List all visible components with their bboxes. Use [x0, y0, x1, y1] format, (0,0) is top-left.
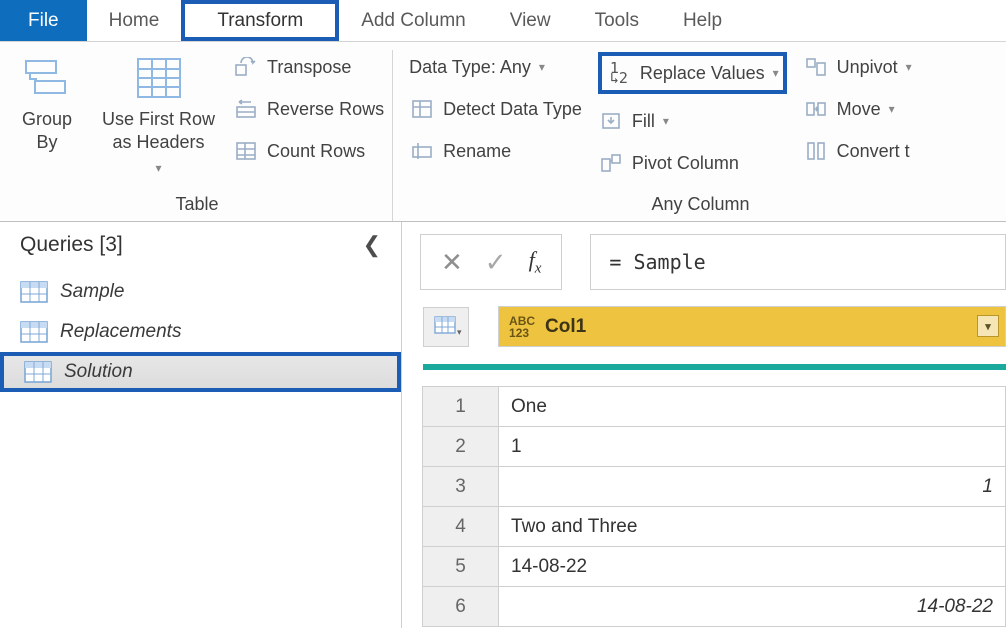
ribbon-tabs: File Home Transform Add Column View Tool… [0, 0, 1006, 42]
ribbon-group-any-column-label: Any Column [403, 190, 998, 221]
count-rows-label: Count Rows [267, 141, 365, 162]
cell[interactable]: 1 [499, 467, 1006, 507]
move-icon [803, 97, 829, 121]
row-number: 1 [423, 387, 499, 427]
tab-transform[interactable]: Transform [181, 0, 339, 41]
accept-formula-icon[interactable]: ✓ [485, 247, 507, 278]
fx-icon[interactable]: fx [529, 247, 542, 277]
unpivot-label: Unpivot [837, 57, 898, 78]
transpose-label: Transpose [267, 57, 351, 78]
row-number: 5 [423, 547, 499, 587]
fill-dropdown[interactable]: Fill [598, 106, 787, 136]
cell[interactable]: 14-08-22 [499, 547, 1006, 587]
data-type-dropdown[interactable]: Data Type: Any [409, 52, 582, 82]
table-icon [24, 361, 52, 383]
svg-text:▾: ▾ [457, 327, 462, 337]
cell[interactable]: Two and Three [499, 507, 1006, 547]
rename-label: Rename [443, 141, 511, 162]
formula-input[interactable]: = Sample [590, 234, 1006, 290]
row-number: 2 [423, 427, 499, 467]
ribbon-group-table: Group By Use First Row as Headers Transp… [0, 50, 393, 221]
collapse-queries-icon[interactable]: ❮ [363, 232, 381, 258]
replace-values-icon: 1↳2 [606, 61, 632, 85]
fill-icon [598, 109, 624, 133]
table-icon [20, 281, 48, 303]
table-headers-icon [135, 54, 183, 102]
rename-button[interactable]: Rename [409, 136, 582, 166]
table-icon [20, 321, 48, 343]
query-item-sample[interactable]: Sample [0, 272, 401, 312]
count-rows-button[interactable]: Count Rows [233, 136, 384, 166]
group-by-label: Group By [22, 108, 72, 155]
table-row[interactable]: 3 1 [423, 467, 1006, 507]
transpose-button[interactable]: Transpose [233, 52, 384, 82]
move-label: Move [837, 99, 881, 120]
reverse-rows-button[interactable]: Reverse Rows [233, 94, 384, 124]
main: Queries [3] ❮ Sample Replacements Soluti… [0, 222, 1006, 628]
move-dropdown[interactable]: Move [803, 94, 912, 124]
content-area: ✕ ✓ fx = Sample ▾ ABC123 Col1 ▾ [402, 222, 1006, 628]
use-first-row-headers-label: Use First Row as Headers [102, 108, 215, 155]
detect-data-type-button[interactable]: Detect Data Type [409, 94, 582, 124]
abc123-icon: ABC123 [509, 315, 535, 339]
convert-label: Convert t [837, 141, 910, 162]
column-quality-bar [423, 364, 1006, 370]
table-row[interactable]: 1 One [423, 387, 1006, 427]
query-item-label: Solution [64, 361, 133, 383]
query-item-solution[interactable]: Solution [0, 352, 401, 392]
tab-add-column[interactable]: Add Column [339, 0, 488, 41]
convert-icon [803, 139, 829, 163]
unpivot-dropdown[interactable]: Unpivot [803, 52, 912, 82]
query-item-label: Replacements [60, 321, 181, 343]
cell[interactable]: 1 [499, 427, 1006, 467]
reverse-rows-label: Reverse Rows [267, 99, 384, 120]
ribbon-group-table-label: Table [10, 190, 384, 221]
pivot-icon [598, 151, 624, 175]
tab-file[interactable]: File [0, 0, 87, 41]
query-item-replacements[interactable]: Replacements [0, 312, 401, 352]
column-filter-icon[interactable]: ▾ [977, 315, 999, 337]
count-rows-icon [233, 139, 259, 163]
table-row[interactable]: 5 14-08-22 [423, 547, 1006, 587]
row-number: 6 [423, 587, 499, 627]
ribbon-group-any-column: Data Type: Any Detect Data Type Rename [393, 50, 1006, 221]
table-row[interactable]: 2 1 [423, 427, 1006, 467]
rename-icon [409, 139, 435, 163]
replace-values-dropdown[interactable]: 1↳2 Replace Values [598, 52, 787, 94]
unpivot-icon [803, 55, 829, 79]
tab-view[interactable]: View [488, 0, 573, 41]
row-number: 4 [423, 507, 499, 547]
data-type-label: Data Type: Any [409, 57, 531, 78]
table-row[interactable]: 6 14-08-22 [423, 587, 1006, 627]
queries-header: Queries [3] [20, 233, 123, 257]
use-first-row-headers-button[interactable]: Use First Row as Headers [90, 50, 227, 190]
tab-help[interactable]: Help [661, 0, 744, 41]
query-item-label: Sample [60, 281, 124, 303]
replace-values-label: Replace Values [640, 63, 765, 84]
reverse-rows-icon [233, 97, 259, 121]
detect-data-type-label: Detect Data Type [443, 99, 582, 120]
column-header-col1[interactable]: ABC123 Col1 ▾ [499, 307, 1006, 347]
ribbon: Group By Use First Row as Headers Transp… [0, 42, 1006, 222]
cell[interactable]: One [499, 387, 1006, 427]
cancel-formula-icon[interactable]: ✕ [441, 247, 463, 278]
pivot-column-button[interactable]: Pivot Column [598, 148, 787, 178]
tab-tools[interactable]: Tools [573, 0, 661, 41]
data-table: ▾ ABC123 Col1 ▾ 1 One 2 1 3 [422, 306, 1006, 627]
pivot-column-label: Pivot Column [632, 153, 739, 174]
transpose-icon [233, 55, 259, 79]
queries-panel: Queries [3] ❮ Sample Replacements Soluti… [0, 222, 402, 628]
fill-label: Fill [632, 111, 655, 132]
tab-home[interactable]: Home [87, 0, 182, 41]
group-by-icon [23, 54, 71, 102]
column-header-label: Col1 [545, 316, 586, 338]
detect-icon [409, 97, 435, 121]
convert-button[interactable]: Convert t [803, 136, 912, 166]
formula-bar: ✕ ✓ fx = Sample [420, 234, 1006, 290]
table-corner-selector[interactable]: ▾ [423, 307, 469, 347]
group-by-button[interactable]: Group By [10, 50, 84, 190]
row-number: 3 [423, 467, 499, 507]
cell[interactable]: 14-08-22 [499, 587, 1006, 627]
table-row[interactable]: 4 Two and Three [423, 507, 1006, 547]
